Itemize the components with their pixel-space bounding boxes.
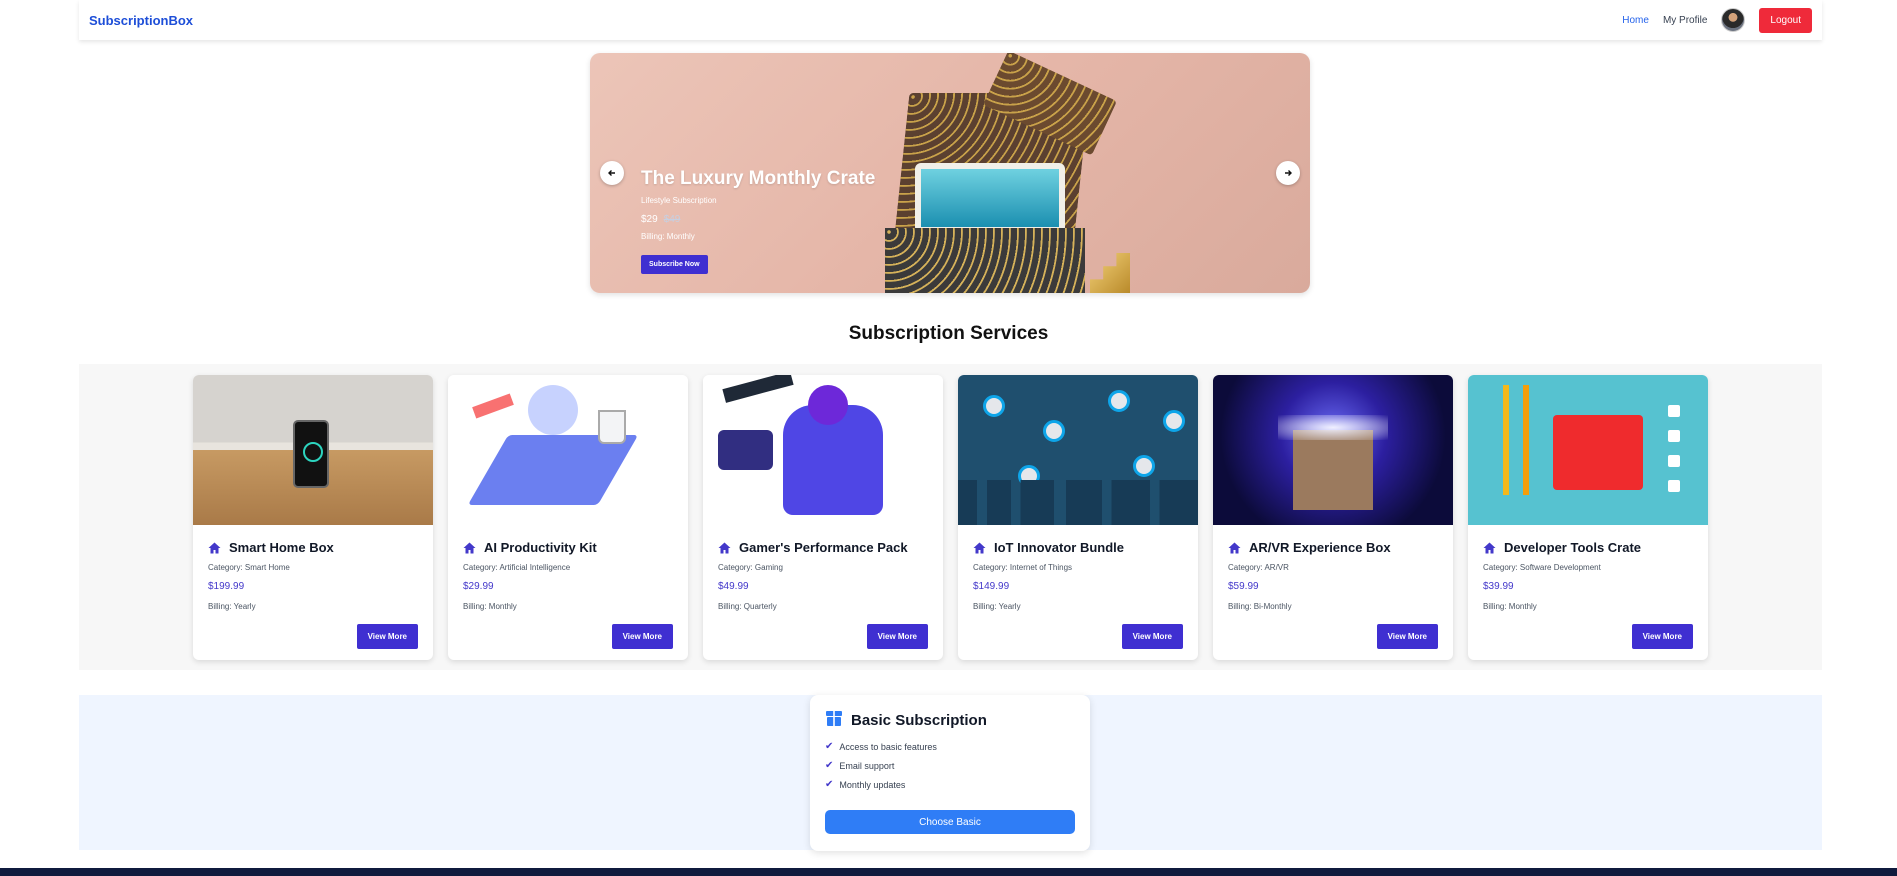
view-more-button[interactable]: View More xyxy=(1376,624,1438,649)
service-image xyxy=(193,375,433,525)
plan-title: Basic Subscription xyxy=(851,711,987,729)
service-image xyxy=(1468,375,1708,525)
brand-logo[interactable]: SubscriptionBox xyxy=(89,13,193,28)
service-category: Category: AR/VR xyxy=(1228,563,1289,572)
service-title: Developer Tools Crate xyxy=(1504,540,1642,555)
plan-feature: ✔ Email support xyxy=(825,760,1075,771)
subscribe-now-button[interactable]: Subscribe Now xyxy=(641,255,708,274)
service-billing: Billing: Quarterly xyxy=(718,602,777,611)
service-card-ai-productivity: AI Productivity Kit Category: Artificial… xyxy=(448,375,688,660)
plan-feature-text: Access to basic features xyxy=(839,741,937,752)
service-price: $199.99 xyxy=(208,581,245,592)
arrow-right-icon[interactable] xyxy=(1276,161,1300,185)
hero-image xyxy=(885,53,1130,293)
view-more-button[interactable]: View More xyxy=(1631,624,1693,649)
check-icon: ✔ xyxy=(825,741,834,752)
avatar[interactable] xyxy=(1721,8,1746,32)
service-image xyxy=(703,375,943,525)
hero-title: The Luxury Monthly Crate xyxy=(641,168,876,189)
service-card-gamer: Gamer's Performance Pack Category: Gamin… xyxy=(703,375,943,660)
service-category: Category: Gaming xyxy=(718,563,783,572)
choose-basic-button[interactable]: Choose Basic xyxy=(825,810,1075,834)
service-billing: Billing: Monthly xyxy=(1483,602,1537,611)
arrow-left-icon[interactable] xyxy=(600,161,624,185)
hero-current-price: $29 xyxy=(641,214,658,225)
service-billing: Billing: Yearly xyxy=(973,602,1021,611)
section-title: Subscription Services xyxy=(848,323,1049,344)
service-price: $29.99 xyxy=(463,581,494,592)
plan-feature-text: Monthly updates xyxy=(839,779,906,790)
service-card-iot: IoT Innovator Bundle Category: Internet … xyxy=(958,375,1198,660)
service-billing: Billing: Monthly xyxy=(463,602,517,611)
plan-feature: ✔ Monthly updates xyxy=(825,779,1075,790)
hero-old-price: $49 xyxy=(663,214,681,225)
service-image xyxy=(958,375,1198,525)
hero-price: $29 $49 xyxy=(641,214,875,225)
service-billing: Billing: Yearly xyxy=(208,602,256,611)
service-price: $39.99 xyxy=(1483,581,1514,592)
home-icon xyxy=(208,542,221,554)
home-icon xyxy=(463,542,476,554)
check-icon: ✔ xyxy=(825,779,834,790)
hero-carousel: The Luxury Monthly Crate Lifestyle Subsc… xyxy=(590,53,1310,293)
service-card-smart-home: Smart Home Box Category: Smart Home $199… xyxy=(193,375,433,660)
home-icon xyxy=(1228,542,1241,554)
service-image xyxy=(1213,375,1453,525)
view-more-button[interactable]: View More xyxy=(866,624,928,649)
service-title: Smart Home Box xyxy=(229,540,334,555)
service-category: Category: Software Development xyxy=(1483,563,1601,572)
plan-feature-text: Email support xyxy=(839,760,895,771)
service-title: AR/VR Experience Box xyxy=(1249,540,1391,555)
view-more-button[interactable]: View More xyxy=(1121,624,1183,649)
service-image xyxy=(448,375,688,525)
hero-subtitle: Lifestyle Subscription xyxy=(641,196,717,205)
service-category: Category: Internet of Things xyxy=(973,563,1073,572)
box-icon xyxy=(825,709,843,731)
nav-right: Home My Profile Logout xyxy=(1622,7,1812,33)
home-icon xyxy=(973,542,986,554)
plan-feature: ✔ Access to basic features xyxy=(825,741,1075,752)
service-category: Category: Smart Home xyxy=(208,563,290,572)
service-price: $59.99 xyxy=(1228,581,1259,592)
hero-billing: Billing: Monthly xyxy=(641,232,695,241)
service-billing: Billing: Bi-Monthly xyxy=(1228,602,1292,611)
service-price: $149.99 xyxy=(973,581,1010,592)
service-category: Category: Artificial Intelligence xyxy=(463,563,571,572)
nav-link-my-profile[interactable]: My Profile xyxy=(1663,15,1707,26)
service-price: $49.99 xyxy=(718,581,749,592)
service-title: IoT Innovator Bundle xyxy=(994,540,1124,555)
service-title: Gamer's Performance Pack xyxy=(739,540,908,555)
view-more-button[interactable]: View More xyxy=(356,624,418,649)
view-more-button[interactable]: View More xyxy=(611,624,673,649)
home-icon xyxy=(1483,542,1496,554)
service-card-developer-tools: Developer Tools Crate Category: Software… xyxy=(1468,375,1708,660)
check-icon: ✔ xyxy=(825,760,834,771)
footer xyxy=(0,868,1897,876)
plan-card-basic: Basic Subscription ✔ Access to basic feat… xyxy=(810,695,1090,851)
service-title: AI Productivity Kit xyxy=(484,540,597,555)
nav-link-home[interactable]: Home xyxy=(1622,15,1649,26)
home-icon xyxy=(718,542,731,554)
service-card-arvr: AR/VR Experience Box Category: AR/VR $59… xyxy=(1213,375,1453,660)
navbar: SubscriptionBox Home My Profile Logout xyxy=(79,0,1822,40)
hero-content: The Luxury Monthly Crate Lifestyle Subsc… xyxy=(641,168,875,274)
logout-button[interactable]: Logout xyxy=(1759,7,1812,33)
